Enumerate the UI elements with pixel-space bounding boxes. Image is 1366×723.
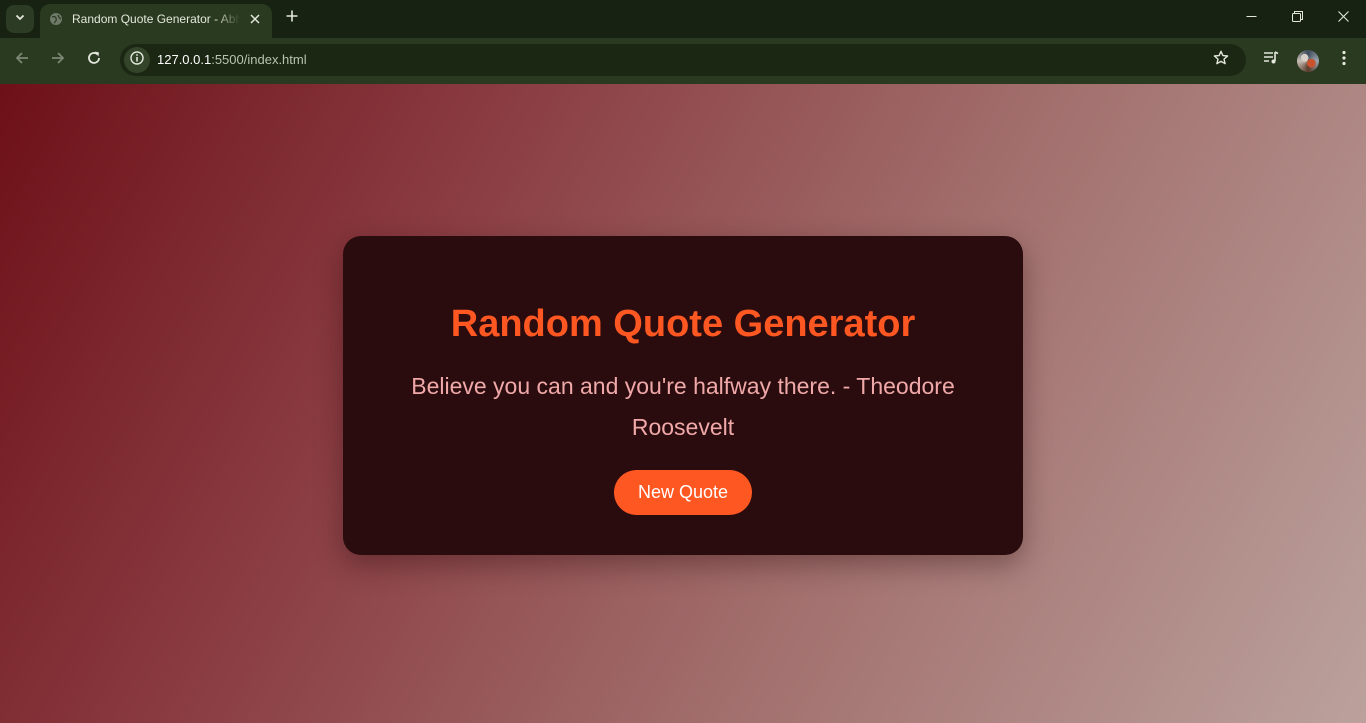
arrow-left-icon [14,50,30,71]
kebab-menu-icon [1342,50,1346,71]
minimize-icon [1246,9,1257,27]
close-icon[interactable] [246,10,264,28]
avatar[interactable] [1297,50,1319,72]
new-quote-button[interactable]: New Quote [614,470,752,515]
restore-button[interactable] [1274,0,1320,36]
media-control-icon [1262,49,1280,72]
quote-text: Believe you can and you're halfway there… [411,373,955,440]
site-info-button[interactable] [124,47,150,73]
star-icon [1213,50,1229,71]
plus-icon [286,9,298,27]
page-viewport: Random Quote Generator Believe you can a… [0,84,1366,723]
restore-icon [1291,9,1303,27]
info-icon [130,50,144,70]
arrow-right-icon [50,50,66,71]
back-button[interactable] [8,46,36,74]
forward-button[interactable] [44,46,72,74]
globe-icon [49,12,63,26]
reload-button[interactable] [80,46,108,74]
url-host: 127.0.0.1 [157,52,212,67]
minimize-button[interactable] [1228,0,1274,36]
tab-strip: Random Quote Generator - Abhi [0,0,1366,38]
url-text[interactable]: 127.0.0.1:5500/index.html [157,52,307,67]
chevron-down-icon [14,10,26,28]
quote-card: Random Quote Generator Believe you can a… [343,236,1023,555]
url-path: :5500/index.html [211,52,307,67]
page-title: Random Quote Generator [450,303,916,345]
tab-search-button[interactable] [6,5,34,33]
browser-toolbar: 127.0.0.1:5500/index.html [0,38,1366,84]
media-control-button[interactable] [1258,47,1284,73]
new-tab-button[interactable] [280,6,304,30]
close-window-button[interactable] [1320,0,1366,36]
close-icon [1337,9,1349,27]
browser-menu-button[interactable] [1331,47,1357,73]
browser-tab[interactable]: Random Quote Generator - Abhi [40,4,272,38]
address-bar[interactable]: 127.0.0.1:5500/index.html [120,44,1246,76]
bookmark-button[interactable] [1210,49,1232,71]
tab-title: Random Quote Generator - Abhi [72,12,240,26]
reload-icon [86,50,102,71]
